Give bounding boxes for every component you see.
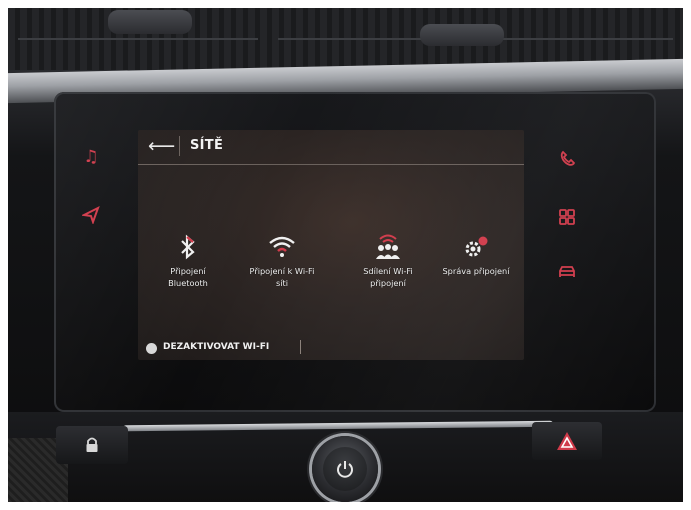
vent-knob[interactable]: [108, 10, 192, 34]
lock-icon: [86, 437, 98, 452]
vent-slat: [18, 38, 258, 40]
tile-label: Připojení: [170, 266, 206, 276]
apps-grid-icon[interactable]: [556, 206, 578, 228]
wifi-sharing-icon: [371, 232, 405, 262]
tile-label: připojení: [370, 278, 406, 288]
wifi-icon: [265, 232, 299, 262]
power-volume-knob[interactable]: [312, 436, 378, 502]
tile-wifi-sharing[interactable]: Sdílení Wi-Fi připojení: [340, 232, 436, 289]
hazard-button[interactable]: [532, 422, 602, 460]
tile-label: síti: [275, 278, 289, 288]
lock-button[interactable]: [56, 426, 128, 464]
car-dashboard: ♫ ⟵ SÍTĚ Připojení Bluetooth Připojení k…: [8, 8, 683, 502]
back-arrow-icon[interactable]: ⟵: [148, 136, 175, 156]
music-note-icon[interactable]: ♫: [80, 146, 102, 168]
tile-bluetooth[interactable]: Připojení Bluetooth: [140, 232, 236, 289]
tile-label: Bluetooth: [168, 278, 208, 288]
power-icon: [323, 447, 367, 491]
vent-knob[interactable]: [420, 24, 504, 46]
toggle-indicator-icon[interactable]: [146, 343, 157, 354]
phone-icon[interactable]: [556, 148, 578, 170]
deactivate-wifi-toggle[interactable]: DEZAKTIVOVAT WI-FI: [163, 342, 269, 352]
tile-connection-settings[interactable]: Správa připojení: [428, 232, 524, 277]
navigation-icon[interactable]: [80, 204, 102, 226]
connection-settings-icon: [459, 232, 493, 262]
screen-footer: DEZAKTIVOVAT WI-FI: [138, 336, 524, 360]
tile-label: Sdílení Wi-Fi: [363, 266, 413, 276]
screen-header: ⟵ SÍTĚ: [138, 130, 524, 165]
infotainment-screen: ⟵ SÍTĚ Připojení Bluetooth Připojení k W…: [138, 130, 524, 360]
header-divider: [179, 136, 180, 156]
tile-label: Správa připojení: [442, 266, 510, 276]
car-icon[interactable]: [556, 260, 578, 282]
footer-divider: [300, 340, 301, 354]
tile-wifi[interactable]: Připojení k Wi-Fi síti: [234, 232, 330, 289]
hazard-icon: [557, 432, 577, 450]
page-title: SÍTĚ: [190, 138, 224, 153]
bluetooth-icon: [171, 232, 205, 262]
tile-label: Připojení k Wi-Fi: [249, 266, 315, 276]
